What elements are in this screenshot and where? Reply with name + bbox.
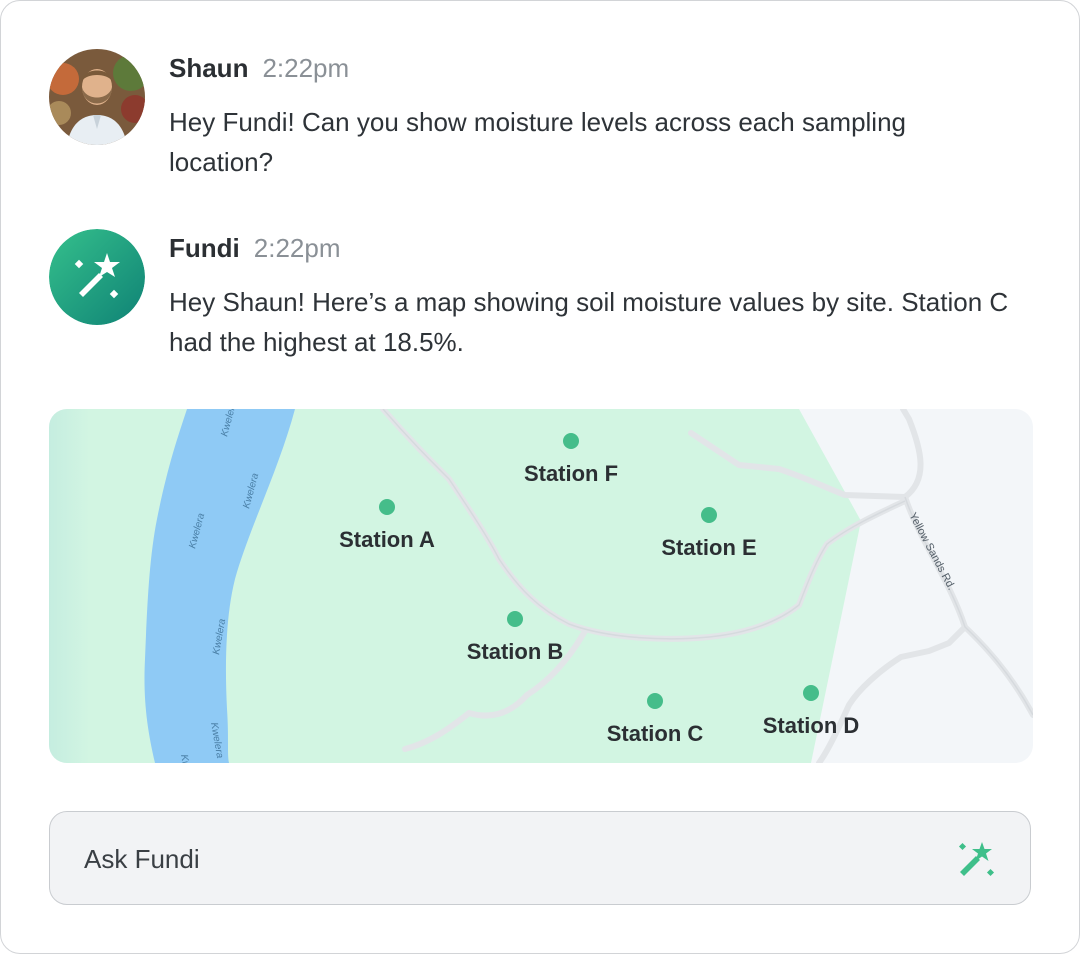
station-label: Station C [606, 721, 704, 746]
station-label: Station D [762, 713, 860, 738]
chat-panel: Shaun 2:22pm Hey Fundi! Can you show moi… [0, 0, 1080, 954]
message-header: Fundi 2:22pm [169, 233, 341, 264]
sender-name: Fundi [169, 233, 240, 263]
message-time: 2:22pm [253, 233, 341, 263]
station-label: Station E [661, 535, 757, 560]
station-f-marker[interactable] [563, 433, 579, 449]
message-header: Shaun 2:22pm [169, 53, 349, 84]
station-label: Station A [339, 527, 435, 552]
message-time: 2:22pm [262, 53, 350, 83]
magic-wand-icon[interactable] [958, 840, 996, 878]
message-text: Hey Fundi! Can you show moisture levels … [169, 107, 907, 177]
message-text: Hey Shaun! Here’s a map showing soil moi… [169, 287, 1009, 357]
road-label: Yellow Sands Rd. [906, 511, 957, 592]
station-label: Station F [523, 461, 619, 486]
ask-input-container [49, 811, 1031, 906]
moisture-map[interactable]: Kwelera Kwelera Kwelera Kwelera Kwelera … [49, 409, 1033, 763]
assistant-avatar [49, 229, 145, 325]
sender-name: Shaun [169, 53, 249, 83]
station-d-marker[interactable] [803, 685, 819, 701]
station-c-marker[interactable] [647, 693, 663, 709]
station-a-marker[interactable] [379, 499, 395, 515]
ask-input[interactable] [82, 812, 926, 906]
station-label: Station B [466, 639, 564, 664]
station-b-marker[interactable] [507, 611, 523, 627]
station-e-marker[interactable] [701, 507, 717, 523]
user-avatar [49, 49, 145, 145]
